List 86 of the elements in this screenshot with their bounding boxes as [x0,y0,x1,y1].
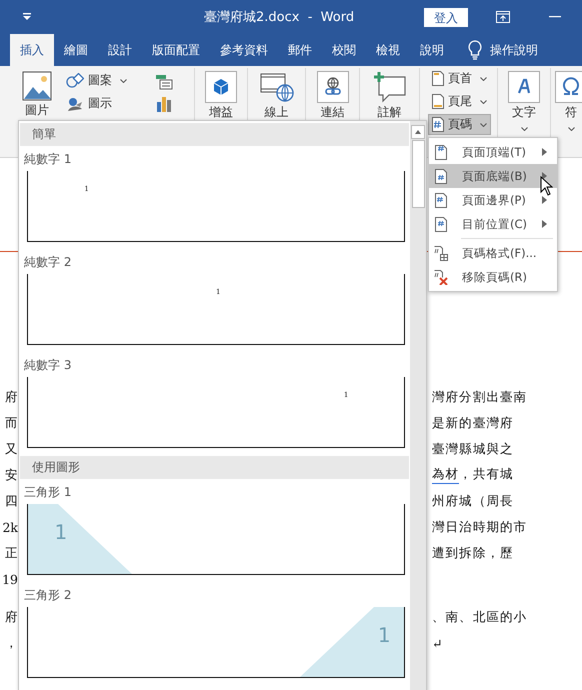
body-text: ，共有城 [459,466,514,483]
body-text: 19 [2,572,18,586]
figure-icon [66,96,84,112]
scrollbar-thumb[interactable] [412,140,424,208]
ribbon-tab[interactable]: 說明 [410,34,454,66]
caret-icon [480,100,487,104]
ribbon-tab[interactable]: 繪圖 [54,34,98,66]
icons-button[interactable]: 圖示 [62,93,131,114]
submenu-arrow-icon [542,196,547,204]
page-icon [434,216,448,232]
ribbon-tab[interactable]: 插入 [10,34,54,66]
chart-icon[interactable] [156,96,172,112]
gallery-item-label: 三角形 1 [24,484,72,501]
body-text: ， [5,634,18,652]
menu-item[interactable]: 移除頁碼(R) [429,265,557,289]
body-text: 臺灣縣城與之 [432,440,514,458]
page-number-button[interactable]: 頁碼 [428,114,491,135]
page-icon [432,71,444,86]
body-text: 州府城（周長 [432,492,514,510]
ribbon-tab[interactable]: 檢視 [366,34,410,66]
body-text: 灣日治時期的市 [432,518,528,536]
footer-button[interactable]: 頁尾 [428,91,491,112]
page-number: 1 [376,627,392,643]
menu-item[interactable]: 頁面頂端(T) [429,140,557,164]
smartart-icon[interactable] [155,74,173,90]
customize-toolbar-icon[interactable] [22,13,32,21]
hyperlink[interactable]: 為材 [432,466,460,484]
page-icon [434,144,448,160]
body-text: 灣府分割出臺南 [432,388,528,406]
mouse-cursor-icon [540,176,553,196]
body-text: 而 [5,414,18,432]
remove-page-icon [434,270,448,284]
ribbon-tab[interactable]: 參考資料 [210,34,278,66]
ribbon-tab[interactable]: 校閱 [322,34,366,66]
pictures-button[interactable]: 圖片 [18,70,56,118]
gallery-item-label: 純數字 3 [24,357,72,374]
text-box-button[interactable]: 文字 [504,70,544,132]
page-number-icon [432,117,444,132]
online-video-button[interactable]: 線上 [256,70,298,120]
sign-in-button[interactable]: 登入 [424,8,468,26]
body-text: 正 [5,544,18,562]
header-button[interactable]: 頁首 [428,68,491,89]
menu-item[interactable]: 頁面底端(B) [429,164,557,188]
ribbon-tab[interactable]: 設計 [98,34,142,66]
ribbon-display-options-icon[interactable] [496,11,510,23]
gallery-item-label: 三角形 2 [24,587,72,604]
caret-icon [120,78,127,82]
format-page-icon [434,246,448,260]
caret-icon [568,127,574,131]
body-text: ↵ [432,636,444,650]
gallery-item-label: 純數字 2 [24,254,72,271]
section-header: 簡單 [20,123,409,146]
menu-item[interactable]: 頁面邊界(P) [429,188,557,212]
shapes-icon [66,72,84,88]
body-text: 安 [5,466,18,484]
scroll-up-icon[interactable] [411,125,425,139]
section-header: 使用圖形 [20,456,409,479]
body-text: 、南、北區的小 [432,608,528,626]
shapes-button[interactable]: 圖案 [62,70,131,91]
minimize-icon[interactable] [549,16,562,18]
symbols-button[interactable]: 符 [551,70,582,132]
body-text: 又 [5,440,18,458]
page-number: 1 [54,524,68,540]
body-text: 遭到拆除，歷 [432,544,514,562]
body-text: 四 [5,492,18,510]
submenu-arrow-icon [542,220,547,228]
ribbon-tab[interactable]: 版面配置 [142,34,210,66]
body-text: 是新的臺灣府 [432,414,514,432]
body-text: 2k [2,520,18,534]
submenu-arrow-icon [542,148,547,156]
body-text: 府 [5,388,18,406]
page-icon [432,94,444,109]
tell-me-search[interactable]: 操作說明 [490,42,538,58]
ribbon-tab[interactable]: 郵件 [278,34,322,66]
lightbulb-icon[interactable] [468,40,482,60]
page-icon [434,168,448,184]
window-title: 臺灣府城2.docx - Word [204,9,354,26]
caret-icon [480,76,487,80]
menu-item[interactable]: 目前位置(C) [429,212,557,236]
gallery-item-label: 純數字 1 [24,151,72,168]
caret-icon [520,127,528,131]
comment-button[interactable]: 註解 [368,70,410,120]
caret-icon [480,122,487,126]
page-icon [434,192,448,208]
body-text: 府 [5,608,18,626]
menu-item[interactable]: 頁碼格式(F)... [429,241,557,265]
